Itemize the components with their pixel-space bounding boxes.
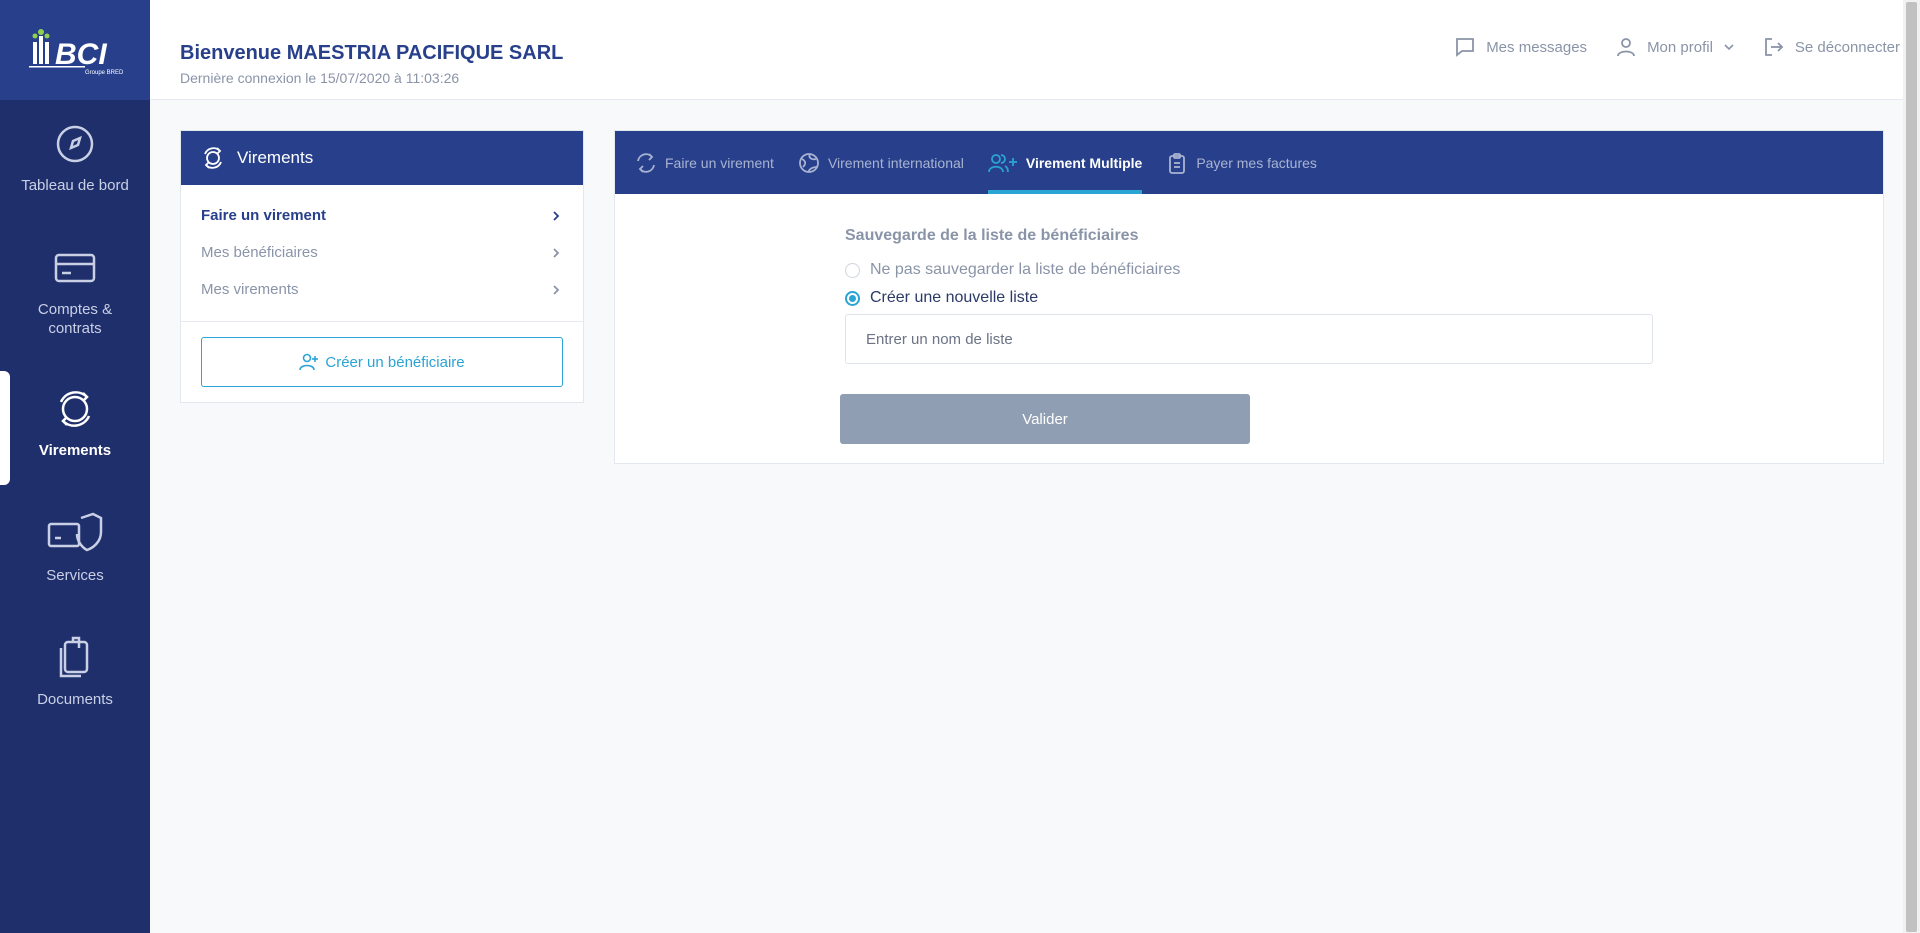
- sidebar-item-label: Comptes & contrats: [37, 301, 113, 337]
- menu-item-label: Faire un virement: [201, 207, 327, 224]
- card-icon: [54, 253, 96, 283]
- chevron-right-icon: [553, 247, 560, 258]
- option-no-save[interactable]: Ne pas sauvegarder la liste de bénéficia…: [845, 261, 1180, 279]
- last-login-text: Dernière connexion le 15/07/2020 à 11:03…: [180, 70, 460, 86]
- profile-menu[interactable]: Mon profil: [1615, 36, 1735, 58]
- sidebar-item-label: Tableau de bord: [21, 177, 129, 194]
- users-add-icon: [987, 153, 1017, 172]
- page-scrollbar[interactable]: [1903, 0, 1920, 933]
- shield-icon: [47, 512, 103, 552]
- messages-link[interactable]: Mes messages: [1454, 36, 1587, 58]
- menu-divider: [181, 321, 583, 322]
- transfer-icon: [59, 391, 91, 427]
- tab-label: Virement Multiple: [1025, 154, 1143, 171]
- virements-menu-title: Virements: [237, 148, 314, 167]
- transfer-tabs: Faire un virement Virement international…: [615, 131, 1883, 194]
- sidebar-item-accounts[interactable]: Comptes & contrats: [0, 246, 150, 338]
- menu-item-mes-virements[interactable]: Mes virements: [201, 271, 563, 308]
- top-header: Bienvenue MAESTRIA PACIFIQUE SARL Derniè…: [150, 0, 1920, 100]
- top-actions: Mes messages Mon profil Se déconnecter: [1454, 36, 1900, 58]
- list-name-input[interactable]: [845, 314, 1653, 364]
- profile-label: Mon profil: [1647, 38, 1713, 56]
- virements-menu-header: Virements: [181, 131, 583, 185]
- svg-text:Groupe BRED: Groupe BRED: [85, 70, 124, 76]
- logout-link[interactable]: Se déconnecter: [1763, 36, 1900, 58]
- logout-icon: [1765, 38, 1784, 56]
- option-new-list[interactable]: Créer une nouvelle liste: [845, 289, 1038, 307]
- menu-item-beneficiaires[interactable]: Mes bénéficiaires: [201, 234, 563, 271]
- save-list-title: Sauvegarde de la liste de bénéficiaires: [845, 227, 1139, 244]
- virement-multiple-card: Faire un virement Virement international…: [614, 130, 1884, 464]
- messages-label: Mes messages: [1486, 38, 1588, 56]
- option-label: Créer une nouvelle liste: [870, 289, 1039, 306]
- sidebar-item-services[interactable]: Services: [0, 512, 150, 585]
- logo-area: BCI Groupe BRED: [0, 0, 150, 100]
- virements-menu-card: Virements Faire un virement Mes bénéfici…: [180, 130, 584, 403]
- radio-no-save[interactable]: [845, 262, 860, 278]
- message-icon: [1456, 38, 1475, 57]
- sidebar-item-documents[interactable]: Documents: [0, 636, 150, 709]
- sidebar-item-label: Documents: [37, 691, 113, 708]
- tab-label: Payer mes factures: [1196, 154, 1317, 171]
- tab-virement-multiple[interactable]: Virement Multiple: [987, 131, 1143, 194]
- menu-item-label: Mes virements: [201, 281, 299, 298]
- logout-label: Se déconnecter: [1794, 38, 1900, 56]
- welcome-title: Bienvenue MAESTRIA PACIFIQUE SARL: [180, 42, 564, 64]
- menu-item-faire-virement[interactable]: Faire un virement: [201, 197, 563, 234]
- sidebar-item-label: Virements: [38, 442, 112, 459]
- bci-logo[interactable]: BCI Groupe BRED: [25, 22, 125, 78]
- create-beneficiary-button[interactable]: Créer un bénéficiaire: [201, 337, 563, 387]
- option-label: Ne pas sauvegarder la liste de bénéficia…: [870, 261, 1181, 278]
- sidebar-item-dashboard[interactable]: Tableau de bord: [0, 122, 150, 195]
- dashboard-icon: [56, 125, 94, 163]
- menu-item-label: Mes bénéficiaires: [201, 244, 318, 261]
- sidebar-item-label: Services: [46, 567, 104, 584]
- transfer-icon: [204, 147, 222, 169]
- tab-label: Faire un virement: [665, 154, 774, 171]
- globe-icon: [799, 152, 819, 173]
- tab-payer-factures[interactable]: Payer mes factures: [1166, 131, 1317, 194]
- sidebar-item-virements[interactable]: Virements: [0, 387, 150, 460]
- radio-new-list[interactable]: [845, 290, 860, 306]
- tab-label: Virement international: [827, 154, 964, 171]
- chevron-right-icon: [553, 284, 560, 295]
- user-icon: [1617, 38, 1635, 57]
- transfer-icon: [637, 152, 655, 173]
- virements-menu-list: Faire un virement Mes bénéficiaires Mes …: [181, 185, 583, 308]
- create-beneficiary-label: Créer un bénéficiaire: [325, 353, 465, 371]
- tab-faire-virement[interactable]: Faire un virement: [635, 131, 774, 194]
- chevron-right-icon: [553, 210, 560, 221]
- validate-button[interactable]: Valider: [840, 394, 1250, 444]
- clipboard-icon: [1169, 152, 1186, 174]
- sidebar: BCI Groupe BRED Tableau de bord Comptes …: [0, 0, 150, 933]
- chevron-down-icon: [1724, 44, 1734, 51]
- documents-icon: [59, 636, 89, 678]
- user-add-icon: [299, 353, 319, 371]
- scrollbar-thumb[interactable]: [1906, 2, 1917, 932]
- tab-virement-international[interactable]: Virement international: [798, 131, 964, 194]
